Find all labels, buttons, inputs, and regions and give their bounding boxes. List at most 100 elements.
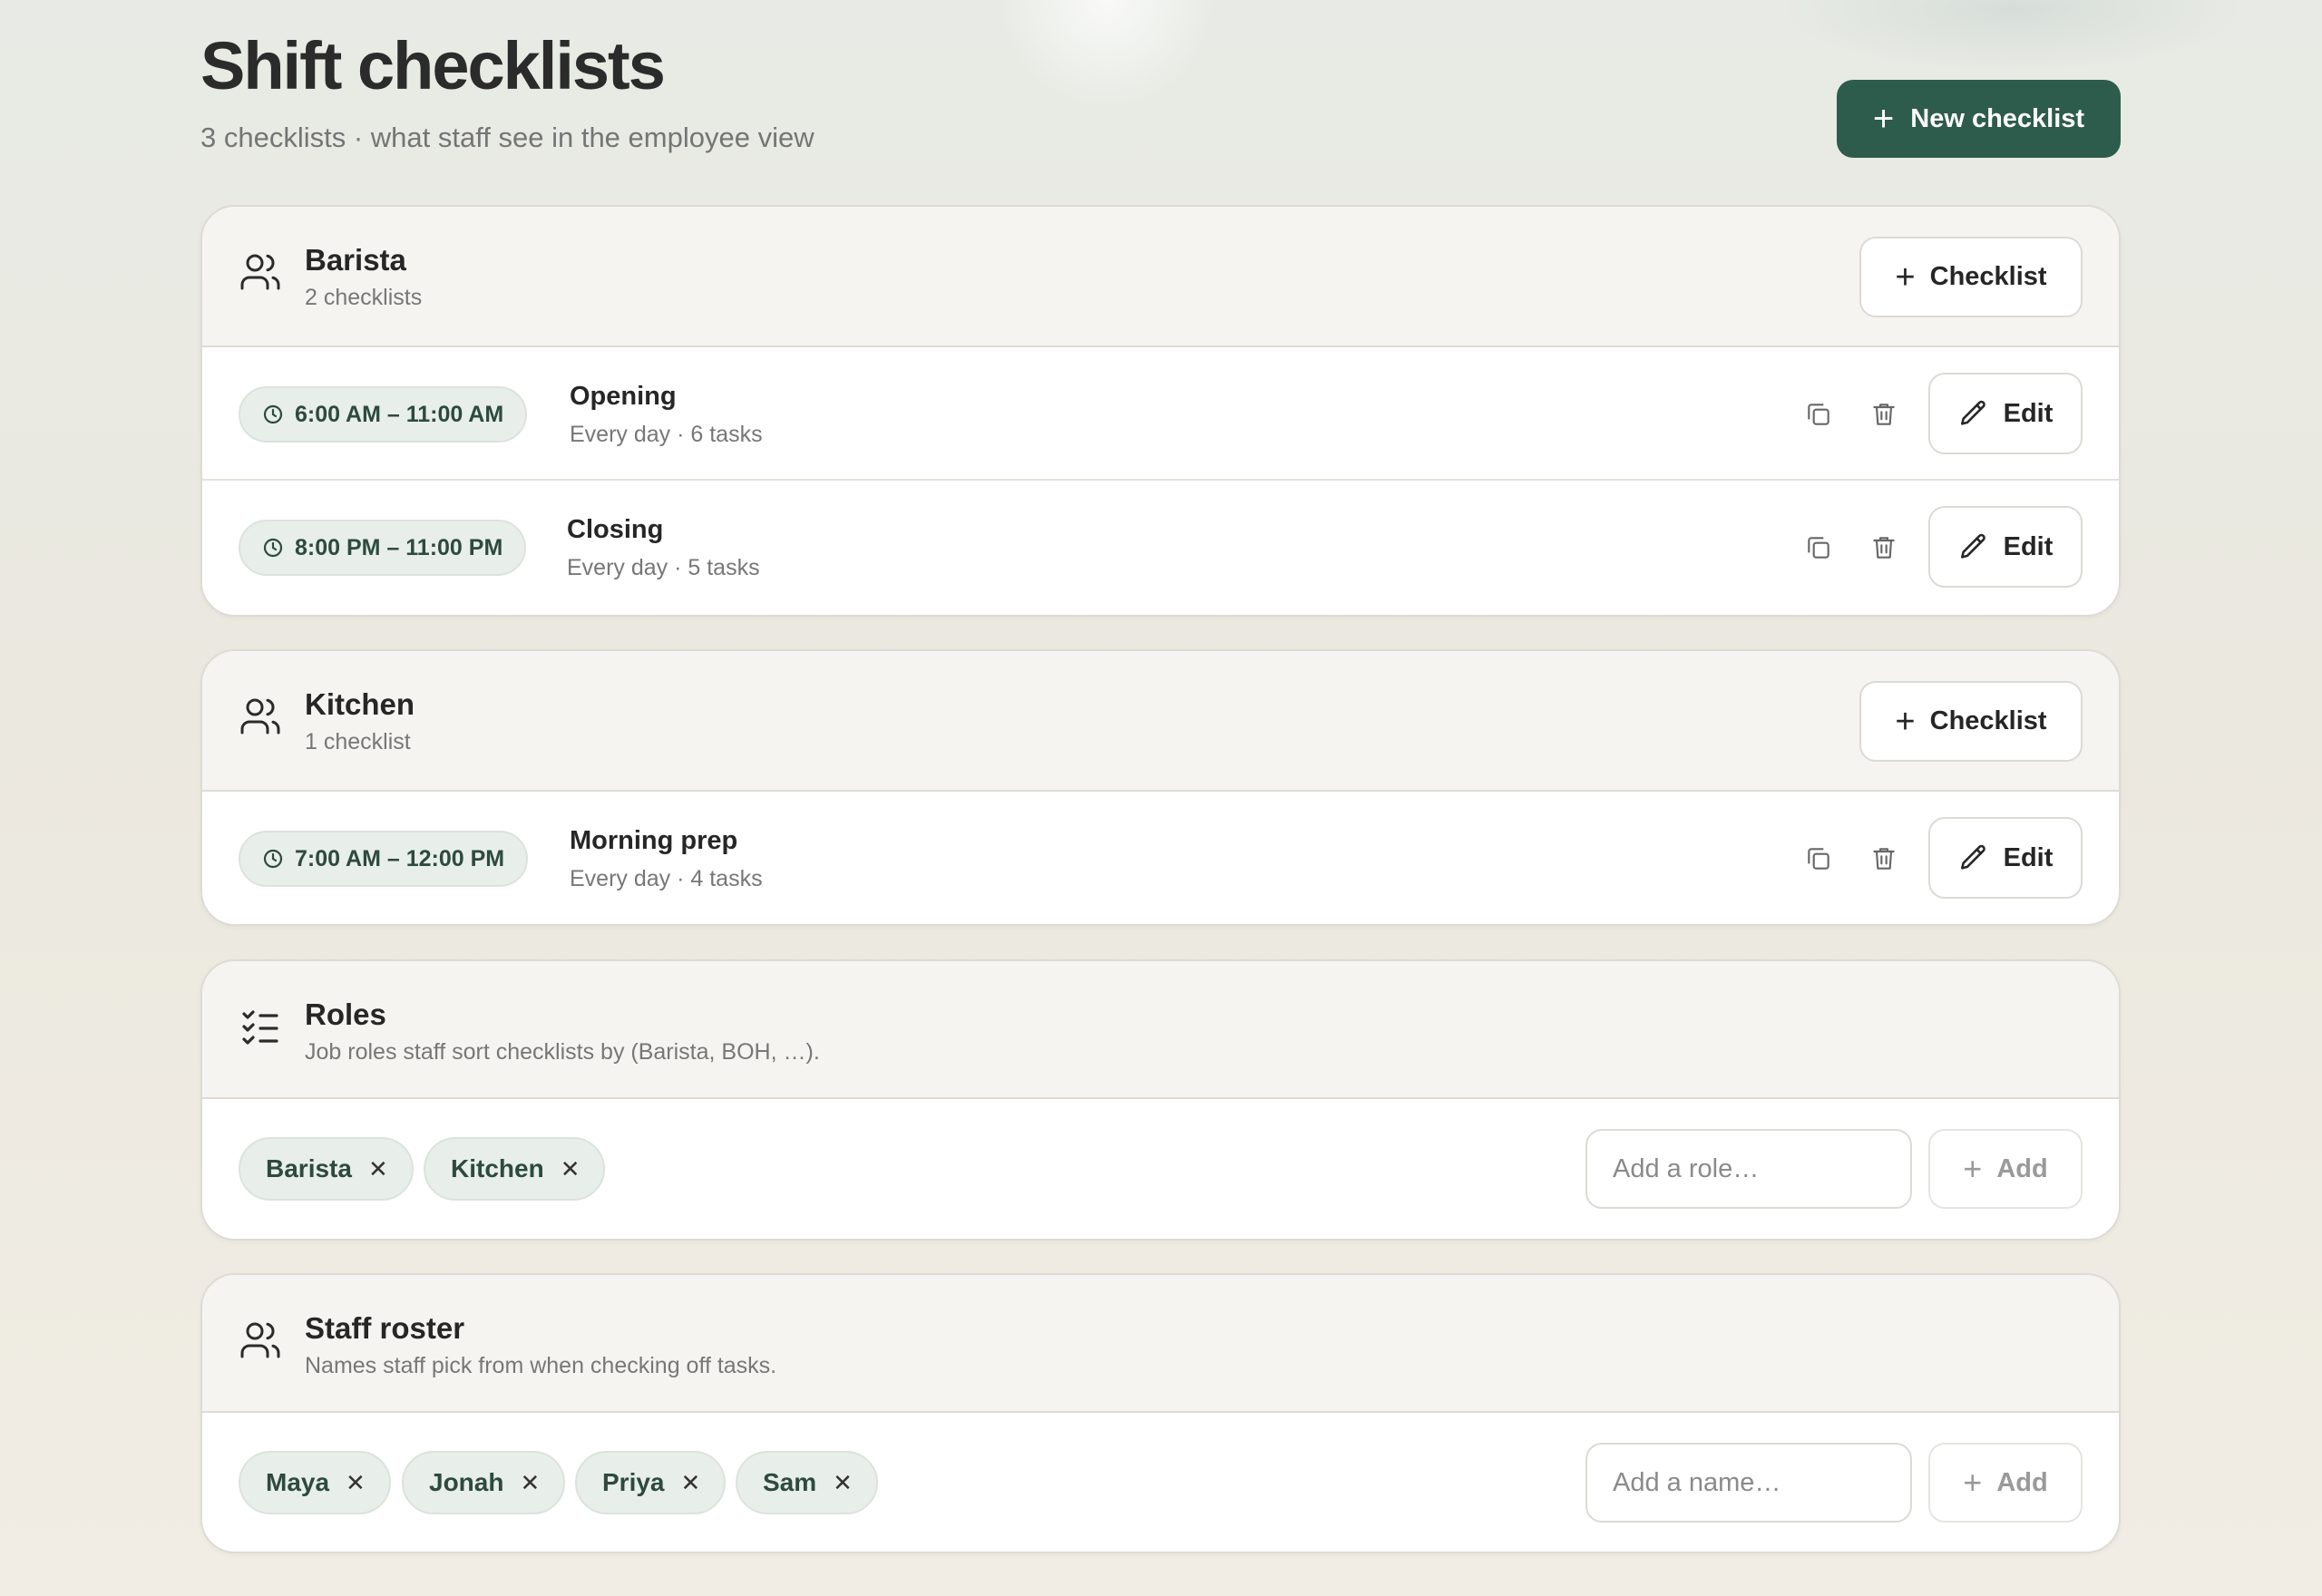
edit-button[interactable]: Edit (1928, 506, 2083, 588)
copy-icon (1808, 404, 1829, 425)
new-checklist-label: New checklist (1910, 103, 2085, 133)
plus-icon: + (1963, 1464, 1983, 1501)
staff-chip: Sam ✕ (736, 1451, 878, 1514)
copy-icon (1808, 537, 1829, 559)
roster-description: Names staff pick from when checking off … (305, 1353, 777, 1378)
add-checklist-label: Checklist (1929, 262, 2047, 291)
checklist-title: Morning prep (570, 826, 738, 855)
time-range-badge: 6:00 AM – 11:00 AM (239, 386, 528, 443)
time-range-text: 8:00 PM – 11:00 PM (295, 534, 503, 560)
duplicate-button[interactable] (1795, 524, 1842, 571)
role-chip-label: Barista (266, 1154, 352, 1182)
pencil-icon (1960, 400, 1985, 425)
pencil-icon (1960, 533, 1985, 559)
page-subtitle: 3 checklists · what staff see in the emp… (200, 122, 815, 153)
clock-icon (263, 849, 283, 869)
add-checklist-button[interactable]: + Checklist (1859, 237, 2083, 317)
edit-label: Edit (2003, 531, 2054, 561)
duplicate-button[interactable] (1795, 835, 1842, 882)
group-title: Kitchen (305, 687, 415, 721)
roster-header: Staff roster Names staff pick from when … (202, 1275, 2119, 1413)
trash-icon (1873, 848, 1895, 870)
staff-chip-label: Priya (602, 1468, 665, 1496)
time-range-text: 6:00 AM – 11:00 AM (295, 401, 504, 427)
users-icon (240, 698, 280, 735)
group-header: Kitchen 1 checklist + Checklist (202, 651, 2119, 792)
time-range-badge: 7:00 AM – 12:00 PM (239, 831, 529, 887)
checklist-title: Closing (567, 515, 664, 544)
plus-icon: + (1895, 258, 1916, 297)
add-checklist-button[interactable]: + Checklist (1859, 681, 2083, 762)
group-card-barista: Barista 2 checklists + Checklist 6:00 AM… (200, 205, 2121, 617)
staff-chip-label: Jonah (429, 1468, 504, 1496)
checklist-meta: Every day · 5 tasks (567, 555, 760, 580)
staff-chip: Priya ✕ (575, 1451, 727, 1514)
delete-button[interactable] (1860, 835, 1907, 882)
add-name-button[interactable]: + Add (1928, 1443, 2083, 1523)
add-role-button[interactable]: + Add (1928, 1129, 2083, 1209)
checklist-row: 7:00 AM – 12:00 PM Morning prep Every da… (202, 792, 2119, 924)
roster-title: Staff roster (305, 1311, 465, 1345)
clock-icon (263, 404, 283, 424)
staff-chip-label: Sam (763, 1468, 817, 1496)
staff-chip-label: Maya (266, 1468, 330, 1496)
close-icon[interactable]: ✕ (833, 1471, 853, 1494)
role-chip: Kitchen ✕ (424, 1137, 606, 1201)
delete-button[interactable] (1860, 524, 1907, 571)
group-count: 2 checklists (305, 285, 423, 310)
pencil-icon (1960, 844, 1985, 870)
users-icon (240, 254, 280, 290)
roles-header: Roles Job roles staff sort checklists by… (202, 961, 2119, 1099)
group-card-kitchen: Kitchen 1 checklist + Checklist 7:00 AM … (200, 649, 2121, 926)
staff-chip: Maya ✕ (239, 1451, 391, 1514)
roles-description: Job roles staff sort checklists by (Bari… (305, 1039, 820, 1065)
new-checklist-button[interactable]: + New checklist (1837, 80, 2121, 158)
time-range-badge: 8:00 PM – 11:00 PM (239, 520, 527, 576)
checklist-meta: Every day · 6 tasks (570, 422, 763, 447)
close-icon[interactable]: ✕ (520, 1471, 540, 1494)
role-chip-label: Kitchen (451, 1154, 544, 1182)
clock-icon (263, 538, 283, 558)
staff-chip: Jonah ✕ (402, 1451, 566, 1514)
duplicate-button[interactable] (1795, 391, 1842, 438)
add-role-input[interactable] (1585, 1129, 1912, 1209)
roles-chip-row: Barista ✕ Kitchen ✕ + Add (202, 1099, 2119, 1239)
group-count: 1 checklist (305, 729, 411, 754)
role-chip: Barista ✕ (239, 1137, 414, 1201)
plus-icon: + (1895, 702, 1916, 741)
checklist-row: 6:00 AM – 11:00 AM Opening Every day · 6… (202, 347, 2119, 481)
group-title: Barista (305, 243, 406, 277)
checklist-title: Opening (570, 382, 677, 411)
list-checks-icon (242, 1010, 278, 1045)
page-header: Shift checklists 3 checklists · what sta… (200, 0, 2121, 205)
edit-label: Edit (2003, 842, 2054, 872)
page-title: Shift checklists (200, 28, 666, 103)
page: Shift checklists 3 checklists · what sta… (200, 0, 2121, 1553)
close-icon[interactable]: ✕ (346, 1471, 366, 1494)
copy-icon (1808, 848, 1829, 870)
add-checklist-label: Checklist (1929, 706, 2047, 735)
edit-button[interactable]: Edit (1928, 817, 2083, 899)
users-icon (240, 1322, 280, 1358)
add-role-label: Add (1996, 1153, 2048, 1183)
roles-title: Roles (305, 998, 386, 1031)
roster-card: Staff roster Names staff pick from when … (200, 1273, 2121, 1553)
delete-button[interactable] (1860, 391, 1907, 438)
group-header: Barista 2 checklists + Checklist (202, 207, 2119, 347)
checklist-row: 8:00 PM – 11:00 PM Closing Every day · 5… (202, 481, 2119, 614)
roles-card: Roles Job roles staff sort checklists by… (200, 959, 2121, 1241)
roster-chip-row: Maya ✕ Jonah ✕ Priya ✕ Sam ✕ + Add (202, 1413, 2119, 1552)
add-name-input[interactable] (1585, 1443, 1912, 1523)
close-icon[interactable]: ✕ (561, 1157, 580, 1181)
plus-icon: + (1963, 1150, 1983, 1187)
add-name-label: Add (1996, 1467, 2048, 1497)
trash-icon (1873, 404, 1895, 425)
close-icon[interactable]: ✕ (368, 1157, 388, 1181)
time-range-text: 7:00 AM – 12:00 PM (295, 845, 505, 871)
edit-label: Edit (2003, 398, 2054, 428)
checklist-meta: Every day · 4 tasks (570, 866, 763, 891)
trash-icon (1873, 537, 1895, 559)
close-icon[interactable]: ✕ (681, 1471, 701, 1494)
edit-button[interactable]: Edit (1928, 373, 2083, 454)
plus-icon: + (1872, 99, 1895, 139)
